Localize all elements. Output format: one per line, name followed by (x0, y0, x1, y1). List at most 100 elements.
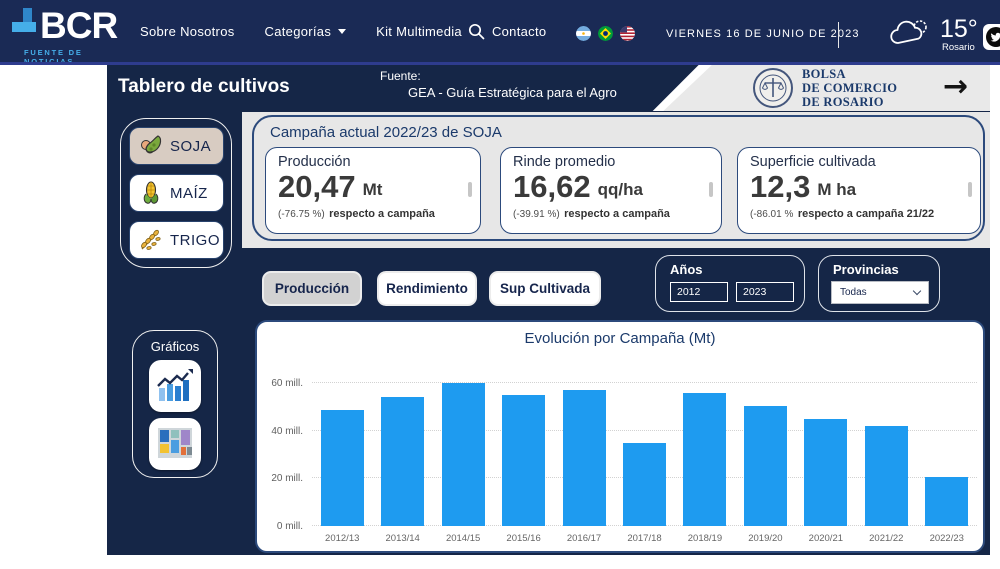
bar-2015/16[interactable] (502, 395, 545, 526)
bar-2013/14[interactable] (381, 397, 424, 526)
crop-button-trigo[interactable]: TRIGO (129, 221, 224, 259)
nav-date: VIERNES 16 DE JUNIO DE 2023 (666, 28, 860, 40)
search-icon[interactable] (468, 23, 485, 40)
crop-label: TRIGO (170, 232, 220, 249)
provinces-label: Provincias (833, 262, 939, 277)
bar-2021/22[interactable] (865, 426, 908, 526)
bar-2017/18[interactable] (623, 443, 666, 526)
delta-percent: (-39.91 %) (513, 209, 560, 220)
bcr-org-logo: BOLSA DE COMERCIO DE ROSARIO (752, 67, 897, 109)
stat-value: 16,62 (513, 171, 591, 203)
crop-button-maiz[interactable]: MAÍZ (129, 174, 224, 212)
y-axis-tick: 60 mill. (257, 378, 303, 389)
year-to-input[interactable] (736, 282, 794, 302)
tab-rendimiento[interactable]: Rendimiento (377, 271, 477, 306)
bar-slot (493, 395, 553, 526)
usa-flag-icon[interactable] (620, 26, 635, 41)
bar-2016/17[interactable] (563, 390, 606, 526)
source-label: Fuente: (380, 69, 617, 83)
brand-name: BCR (40, 6, 117, 46)
bar-2019/20[interactable] (744, 406, 787, 526)
stat-value: 20,47 (278, 171, 356, 203)
crop-label: MAÍZ (170, 185, 208, 202)
x-axis-label: 2017/18 (614, 533, 674, 544)
nav-menu: Sobre Nosotros Categorías Kit Multimedia… (140, 0, 546, 62)
treemap-icon (155, 424, 195, 464)
bar-chart-view-button[interactable] (149, 360, 201, 412)
crops-dashboard: Tablero de cultivos Fuente: GEA - Guía E… (107, 65, 990, 555)
chevron-down-icon (338, 29, 346, 34)
provinces-value: Todas (840, 287, 867, 298)
bar-2012/13[interactable] (321, 410, 364, 526)
campaign-stats-box: Campaña actual 2022/23 de SOJA Producció… (252, 115, 985, 241)
stat-card-produccion: Producción 20,47 Mt (-76.75 %) respecto … (265, 147, 481, 234)
top-navbar: BCR FUENTE DE NOTICIAS Sobre Nosotros Ca… (0, 0, 1000, 62)
crop-selector-group: SOJA MAÍZ (120, 118, 232, 268)
bar-slot (433, 383, 493, 526)
x-axis-label: 2020/21 (796, 533, 856, 544)
treemap-view-button[interactable] (149, 418, 201, 470)
provinces-filter-group: Provincias Todas (818, 255, 940, 312)
stat-unit: qq/ha (598, 180, 643, 200)
soybean-icon (138, 133, 164, 159)
nav-item-sobre-nosotros[interactable]: Sobre Nosotros (140, 24, 235, 39)
wheat-icon (138, 227, 164, 253)
source-value: GEA - Guía Estratégica para el Agro (408, 85, 617, 100)
x-axis-label: 2018/19 (675, 533, 735, 544)
bar-slot (614, 443, 674, 526)
tab-sup-cultivada[interactable]: Sup Cultivada (489, 271, 601, 306)
next-arrow-icon[interactable]: → (943, 69, 968, 104)
stat-unit: Mt (363, 180, 383, 200)
crop-label: SOJA (170, 138, 211, 155)
chart-xlabels: 2012/132013/142014/152015/162016/172017/… (312, 533, 977, 544)
stat-title: Producción (278, 154, 468, 170)
bar-2018/19[interactable] (683, 393, 726, 526)
nav-item-contacto[interactable]: Contacto (492, 24, 546, 39)
bar-2020/21[interactable] (804, 419, 847, 526)
card-scrollbar[interactable] (709, 182, 713, 197)
tab-produccion[interactable]: Producción (262, 271, 362, 306)
nav-item-categorias[interactable]: Categorías (265, 24, 347, 39)
bar-slot (796, 419, 856, 526)
delta-note: respecto a campaña 21/22 (798, 208, 934, 220)
bar-slot (372, 397, 432, 526)
crop-button-soja[interactable]: SOJA (129, 127, 224, 165)
weather-city: Rosario (942, 42, 978, 53)
twitter-icon[interactable] (983, 24, 1000, 50)
bar-chart-icon (155, 366, 195, 406)
language-flags (576, 26, 635, 41)
dashboard-title: Tablero de cultivos (118, 76, 290, 98)
card-scrollbar[interactable] (968, 182, 972, 197)
weather-widget: 15° Rosario (888, 16, 978, 53)
x-axis-label: 2022/23 (917, 533, 977, 544)
bcr-logo[interactable]: BCR FUENTE DE NOTICIAS (10, 6, 130, 58)
stat-card-superficie: Superficie cultivada 12,3 M ha (-86.01 %… (737, 147, 981, 234)
stat-delta: (-76.75 %) respecto a campaña 21/22 (278, 204, 468, 221)
argentina-flag-icon[interactable] (576, 26, 591, 41)
stat-delta: (-86.01 % respecto a campaña 21/22 (750, 204, 968, 221)
bar-2014/15[interactable] (442, 383, 485, 526)
stat-unit: M ha (817, 180, 856, 200)
chart-card: Evolución por Campaña (Mt) 0 mill.20 mil… (255, 320, 985, 553)
source-block: Fuente: GEA - Guía Estratégica para el A… (380, 69, 617, 100)
stat-card-rinde: Rinde promedio 16,62 qq/ha (-39.91 %) re… (500, 147, 722, 234)
nav-item-kit-multimedia[interactable]: Kit Multimedia (376, 24, 462, 39)
year-from-input[interactable] (670, 282, 728, 302)
delta-percent: (-86.01 % (750, 209, 793, 220)
brazil-flag-icon[interactable] (598, 26, 613, 41)
y-axis-tick: 0 mill. (257, 521, 303, 532)
provinces-dropdown[interactable]: Todas (831, 281, 929, 304)
years-filter-group: Años (655, 255, 805, 312)
bar-slot (856, 426, 916, 526)
y-axis-tick: 40 mill. (257, 426, 303, 437)
x-axis-label: 2015/16 (493, 533, 553, 544)
bar-2022/23[interactable] (925, 477, 968, 526)
charts-group-label: Gráficos (133, 339, 217, 354)
stat-title: Rinde promedio (513, 154, 709, 170)
bar-slot (312, 410, 372, 526)
dashboard-header: Tablero de cultivos Fuente: GEA - Guía E… (107, 65, 990, 111)
bar-slot (735, 406, 795, 526)
chart-title: Evolución por Campaña (Mt) (257, 330, 983, 347)
card-scrollbar[interactable] (468, 182, 472, 197)
x-axis-label: 2013/14 (372, 533, 432, 544)
